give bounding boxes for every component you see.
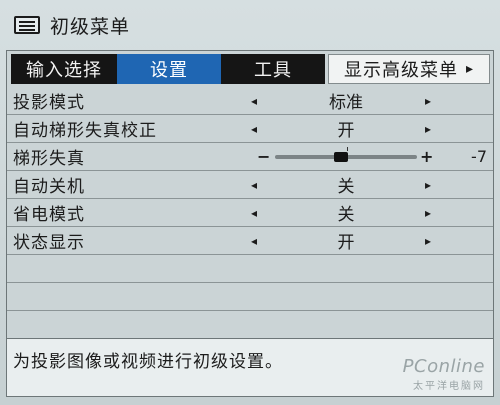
title-bar: 初级菜单 [14,12,130,38]
status-bar: 为投影图像或视频进行初级设置。 PConline 太平洋电脑网 [7,338,493,396]
arrow-left-icon[interactable]: ◂ [251,122,257,136]
plus-icon[interactable]: + [420,147,433,166]
tab-input-select[interactable]: 输入选择 [11,54,117,84]
tab-settings[interactable]: 设置 [117,54,221,84]
watermark-brand: PConline [402,356,485,377]
setting-projection-mode[interactable]: 投影模式 ◂ 标准 ▸ [7,87,493,115]
menu-panel: 输入选择 设置 工具 显示高级菜单 ▸ 投影模式 ◂ 标准 ▸ 自动梯形失真校正 [6,50,494,397]
setting-value: 标准 [329,93,363,113]
minus-icon[interactable]: − [257,147,270,166]
menu-list-icon [14,16,40,34]
setting-value: 开 [337,121,355,141]
setting-keystone[interactable]: 梯形失真 − + -7 [7,143,493,171]
arrow-right-icon[interactable]: ▸ [425,234,431,248]
tab-tools[interactable]: 工具 [221,54,325,84]
tab-show-advanced-menu[interactable]: 显示高级菜单 ▸ [328,54,490,84]
status-text: 为投影图像或视频进行初级设置。 [13,352,283,372]
setting-value: 关 [337,205,355,225]
arrow-left-icon[interactable]: ◂ [251,206,257,220]
setting-label: 自动关机 [13,177,85,197]
tab-label: 工具 [254,60,292,81]
slider-handle[interactable] [334,152,348,162]
setting-label: 省电模式 [13,205,85,225]
setting-label: 投影模式 [13,93,85,113]
arrow-left-icon[interactable]: ◂ [251,94,257,108]
setting-status-display[interactable]: 状态显示 ◂ 开 ▸ [7,227,493,255]
setting-value: 关 [337,177,355,197]
setting-auto-power-off[interactable]: 自动关机 ◂ 关 ▸ [7,171,493,199]
chevron-right-icon: ▸ [465,61,475,77]
menu-window: 初级菜单 输入选择 设置 工具 显示高级菜单 ▸ 投影模式 ◂ 标准 ▸ 自动梯… [0,0,500,405]
watermark: PConline 太平洋电脑网 [403,356,485,392]
keystone-value: -7 [471,147,487,166]
tab-bar: 输入选择 设置 工具 显示高级菜单 ▸ [11,54,490,84]
setting-value: 开 [337,233,355,253]
tab-label: 设置 [150,60,188,81]
arrow-right-icon[interactable]: ▸ [425,122,431,136]
tab-label: 显示高级菜单 [343,60,458,81]
tab-label: 输入选择 [26,60,102,81]
keystone-slider[interactable] [275,147,417,162]
slider-center-tick [347,147,348,151]
settings-list: 投影模式 ◂ 标准 ▸ 自动梯形失真校正 ◂ 开 ▸ 梯形失真 − + -7 自… [7,87,493,311]
arrow-left-icon[interactable]: ◂ [251,178,257,192]
window-title: 初级菜单 [50,15,131,38]
setting-power-saving-mode[interactable]: 省电模式 ◂ 关 ▸ [7,199,493,227]
setting-auto-keystone[interactable]: 自动梯形失真校正 ◂ 开 ▸ [7,115,493,143]
empty-row [7,283,493,311]
arrow-right-icon[interactable]: ▸ [425,206,431,220]
setting-label: 自动梯形失真校正 [13,121,157,141]
setting-label: 状态显示 [13,233,85,253]
empty-row [7,255,493,283]
arrow-left-icon[interactable]: ◂ [251,234,257,248]
arrow-right-icon[interactable]: ▸ [425,94,431,108]
watermark-sub: 太平洋电脑网 [413,381,485,392]
arrow-right-icon[interactable]: ▸ [425,178,431,192]
setting-label: 梯形失真 [13,149,85,169]
